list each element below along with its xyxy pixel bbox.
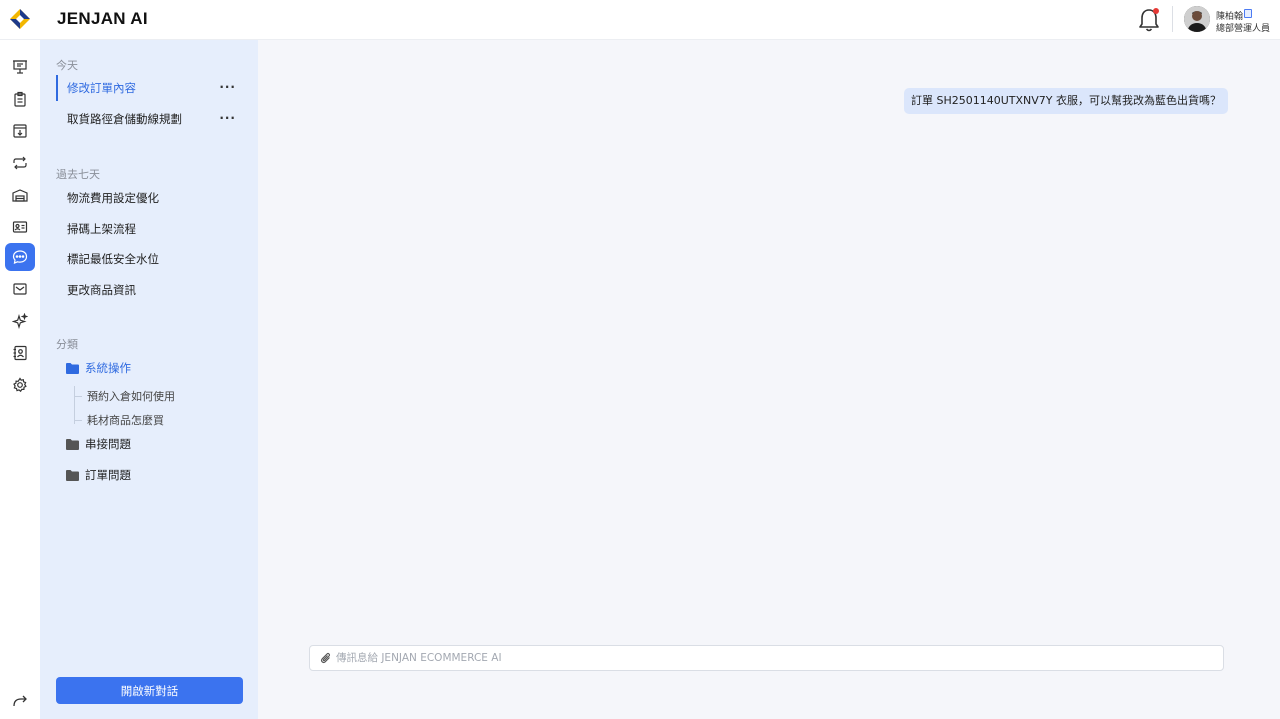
notification-dot: [1153, 8, 1159, 14]
folder-order-issues[interactable]: 訂單問題: [66, 465, 131, 485]
top-bar: JENJAN AI 陳柏翰 總部營運人員: [0, 0, 1280, 40]
app-logo-icon[interactable]: [9, 8, 31, 30]
folder-sub-item[interactable]: 耗材商品怎麼買: [87, 412, 164, 428]
gear-icon[interactable]: [5, 371, 35, 399]
section-label-past-week: 過去七天: [56, 168, 100, 181]
sparkles-icon[interactable]: [5, 307, 35, 335]
more-options-icon[interactable]: ···: [219, 75, 236, 99]
conversation-item-active[interactable]: 修改訂單內容 ···: [56, 75, 242, 101]
warehouse-icon[interactable]: [5, 181, 35, 209]
conversation-item[interactable]: 掃碼上架流程: [56, 216, 242, 242]
inbox-download-icon[interactable]: [5, 117, 35, 145]
section-label-categories: 分類: [56, 338, 78, 351]
folder-icon: [66, 438, 79, 450]
folder-label: 訂單問題: [85, 468, 131, 482]
new-chat-button[interactable]: 開啟新對話: [56, 677, 243, 704]
section-label-today: 今天: [56, 59, 78, 72]
user-role: 總部營運人員: [1216, 24, 1271, 34]
app-title: JENJAN AI: [57, 9, 148, 28]
folder-sub-item[interactable]: 預約入倉如何使用: [87, 388, 175, 404]
conversation-sidebar: 今天 修改訂單內容 ··· 取貨路徑倉儲動線規劃 ··· 過去七天 物流費用設定…: [40, 40, 258, 719]
folder-icon: [66, 469, 79, 481]
presentation-board-icon[interactable]: [5, 53, 35, 81]
tree-branch: [74, 420, 82, 421]
folder-label: 系統操作: [85, 361, 131, 375]
icon-rail: [0, 40, 40, 719]
message-composer[interactable]: [309, 645, 1224, 671]
conversation-item[interactable]: 取貨路徑倉儲動線規劃 ···: [56, 106, 242, 132]
message-input[interactable]: [336, 652, 1196, 664]
conversation-label: 更改商品資訊: [67, 283, 136, 297]
conversation-label: 物流費用設定優化: [67, 191, 159, 205]
header-divider: [1172, 6, 1173, 32]
avatar[interactable]: [1184, 6, 1210, 32]
repeat-arrows-icon[interactable]: [5, 149, 35, 177]
folder-integration-issues[interactable]: 串接問題: [66, 434, 131, 454]
contacts-book-icon[interactable]: [5, 339, 35, 367]
conversation-label: 取貨路徑倉儲動線規劃: [67, 112, 182, 126]
folder-system-operations[interactable]: 系統操作: [66, 358, 131, 378]
conversation-label: 掃碼上架流程: [67, 222, 136, 236]
tree-branch: [74, 396, 82, 397]
conversation-item[interactable]: 標記最低安全水位: [56, 246, 242, 272]
conversation-item[interactable]: 更改商品資訊: [56, 277, 242, 303]
folder-icon: [66, 362, 79, 374]
conversation-item[interactable]: 物流費用設定優化: [56, 185, 242, 211]
clipboard-icon[interactable]: [5, 85, 35, 113]
paperclip-icon[interactable]: [320, 652, 332, 664]
conversation-label: 標記最低安全水位: [67, 252, 159, 266]
chat-bubble-icon[interactable]: [5, 243, 35, 271]
id-card-icon[interactable]: [5, 213, 35, 241]
tree-line: [74, 386, 75, 424]
conversation-label: 修改訂單內容: [67, 81, 136, 95]
more-options-icon[interactable]: ···: [219, 106, 236, 130]
collapse-arrow-icon[interactable]: [5, 687, 35, 715]
folder-label: 串接問題: [85, 437, 131, 451]
mail-tray-icon[interactable]: [5, 275, 35, 303]
user-message-bubble: 訂單 SH2501140UTXNV7Y 衣服，可以幫我改為藍色出貨嗎？: [903, 88, 1228, 114]
user-badge-icon: [1244, 9, 1252, 18]
